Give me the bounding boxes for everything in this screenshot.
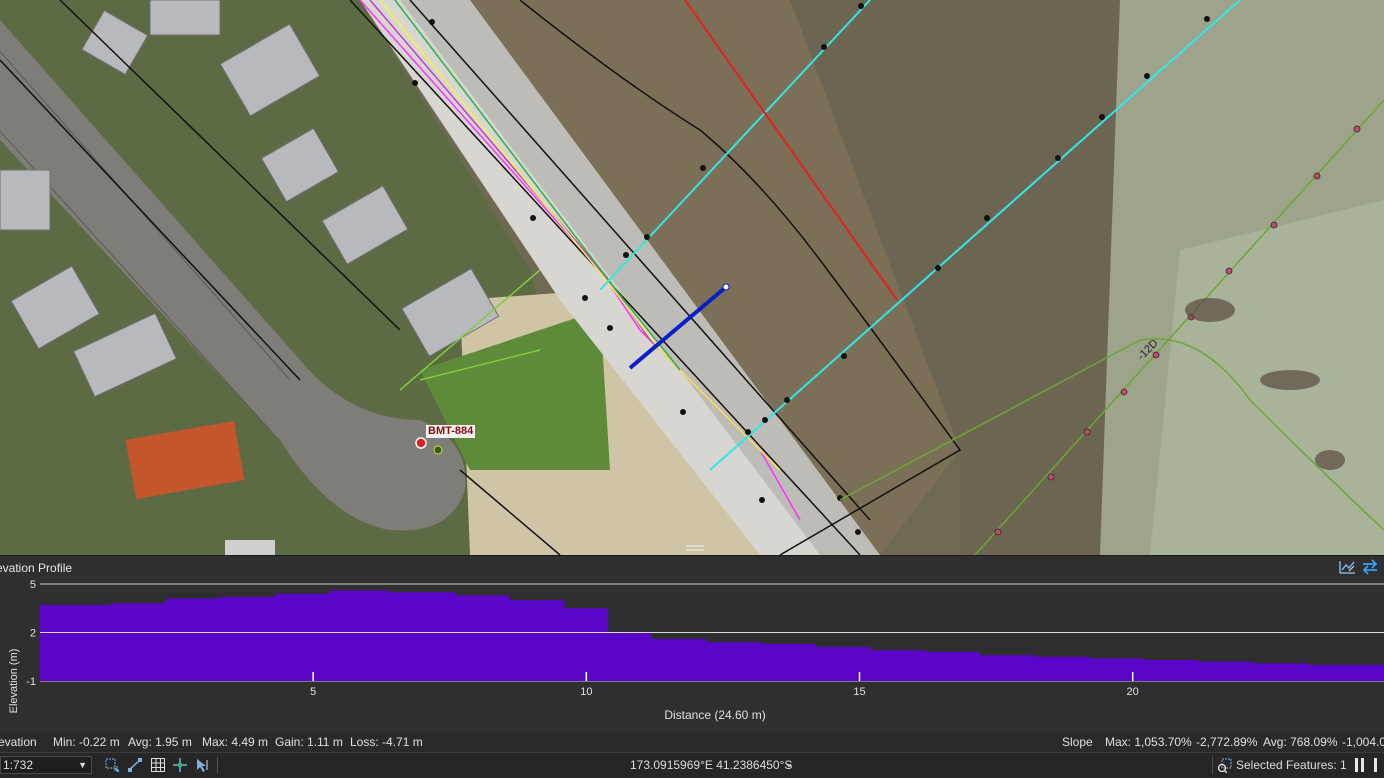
status-bar: 1:732 ▼ 173.0915969°E 41.2386450°S ⌄ Sel… [0,752,1384,778]
y-tick-label: 5 [30,579,36,591]
elevation-chart[interactable]: 5 2 -1 5 10 15 20 Elevation (m) Distance (24.… [0,556,1384,733]
slope-stats-label: Slope [1062,735,1093,749]
selection-icon [1217,758,1232,773]
x-tick-label: 10 [580,686,592,698]
map-view[interactable]: BMT-884 -12D [0,0,1384,555]
x-tick-label: 20 [1127,686,1139,698]
x-tick-label: 5 [310,686,316,698]
slope-max: Max: 1,053.70% [1105,735,1192,749]
map-scale-select[interactable]: 1:732 ▼ [0,756,92,774]
fixed-zoom-icon[interactable] [104,757,120,773]
elevation-gain: Gain: 1.11 m [275,735,343,749]
pause-drawing-icon[interactable] [1355,758,1358,772]
slope-avg: Avg: 768.09% [1263,735,1338,749]
selected-features-count: Selected Features: 1 [1236,758,1347,772]
grid-icon[interactable] [150,757,166,773]
chevron-down-icon: ▼ [78,760,87,770]
elevation-loss: Loss: -4.71 m [350,735,423,749]
slope-extra: -1,004.0( [1342,735,1384,749]
cursor-coordinates: 173.0915969°E 41.2386450°S [630,758,793,772]
elevation-min: Min: -0.22 m [53,735,120,749]
select-features-icon[interactable] [194,757,210,773]
bmt-label: BMT-884 [426,425,476,438]
y-axis-label: Elevation (m) [8,649,20,714]
elevation-stats-label: evation [0,735,37,749]
coordinate-format-chevron-icon[interactable]: ⌄ [784,756,794,770]
y-tick-label: -1 [26,676,36,688]
elevation-max: Max: 4.49 m [202,735,269,749]
pause-drawing-icon-bar [1361,758,1364,772]
snapping-icon[interactable] [127,757,143,773]
slope-min: -2,772.89% [1196,735,1258,749]
elevation-avg: Avg: 1.95 m [128,735,192,749]
x-tick-label: 15 [853,686,865,698]
refresh-indicator [1374,758,1377,772]
profile-stats-bar: evation Min: -0.22 m Avg: 1.95 m Max: 4.… [0,732,1384,752]
elevation-area[interactable] [40,590,1384,681]
x-axis-label: Distance (24.60 m) [664,708,765,722]
map-scale-value: 1:732 [3,758,34,772]
selected-features-button[interactable]: Selected Features: 1 [1212,756,1347,774]
bmt-marker-icon [415,437,427,449]
constraints-icon[interactable] [172,757,188,773]
y-tick-label: 2 [30,628,36,640]
elevation-profile-panel: evation Profile 5 2 -1 5 10 15 20 Elevation (… [0,555,1384,733]
